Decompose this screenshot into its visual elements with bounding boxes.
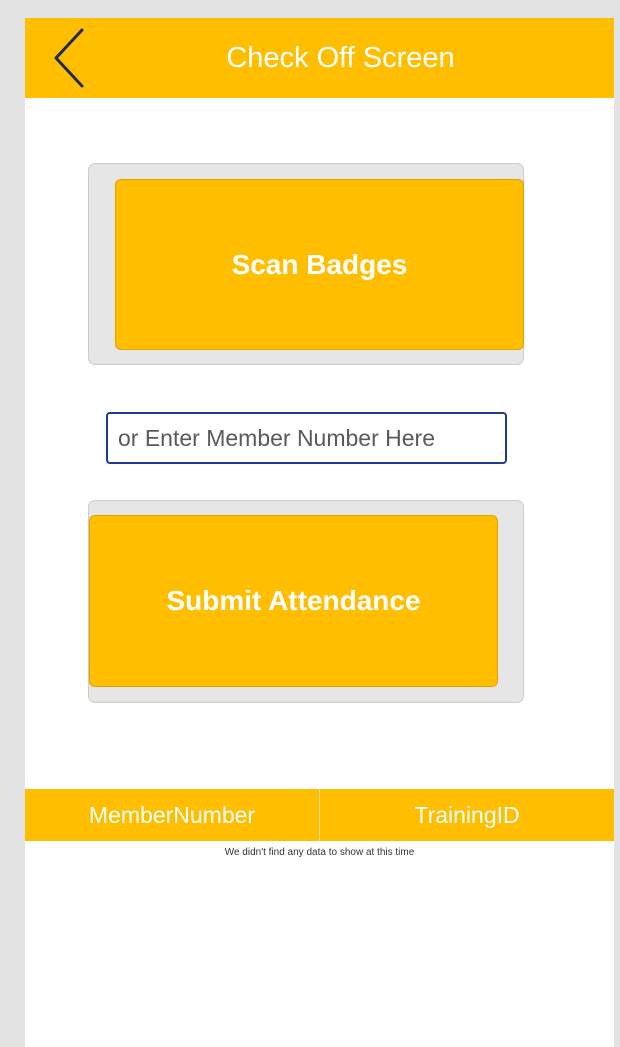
submit-attendance-button[interactable]: Submit Attendance xyxy=(89,515,498,687)
page-title: Check Off Screen xyxy=(226,42,455,74)
app-screen: Check Off Screen Scan Badges Submit Atte… xyxy=(25,18,614,1047)
attendance-table-header: MemberNumber TrainingID xyxy=(25,789,614,841)
empty-table-message: We didn't find any data to show at this … xyxy=(224,847,415,858)
column-header-member-number[interactable]: MemberNumber xyxy=(25,789,319,841)
column-header-training-id[interactable]: TrainingID xyxy=(320,789,614,841)
app-header: Check Off Screen xyxy=(25,18,614,98)
scan-badges-button[interactable]: Scan Badges xyxy=(115,179,524,350)
member-number-input[interactable] xyxy=(106,412,507,464)
